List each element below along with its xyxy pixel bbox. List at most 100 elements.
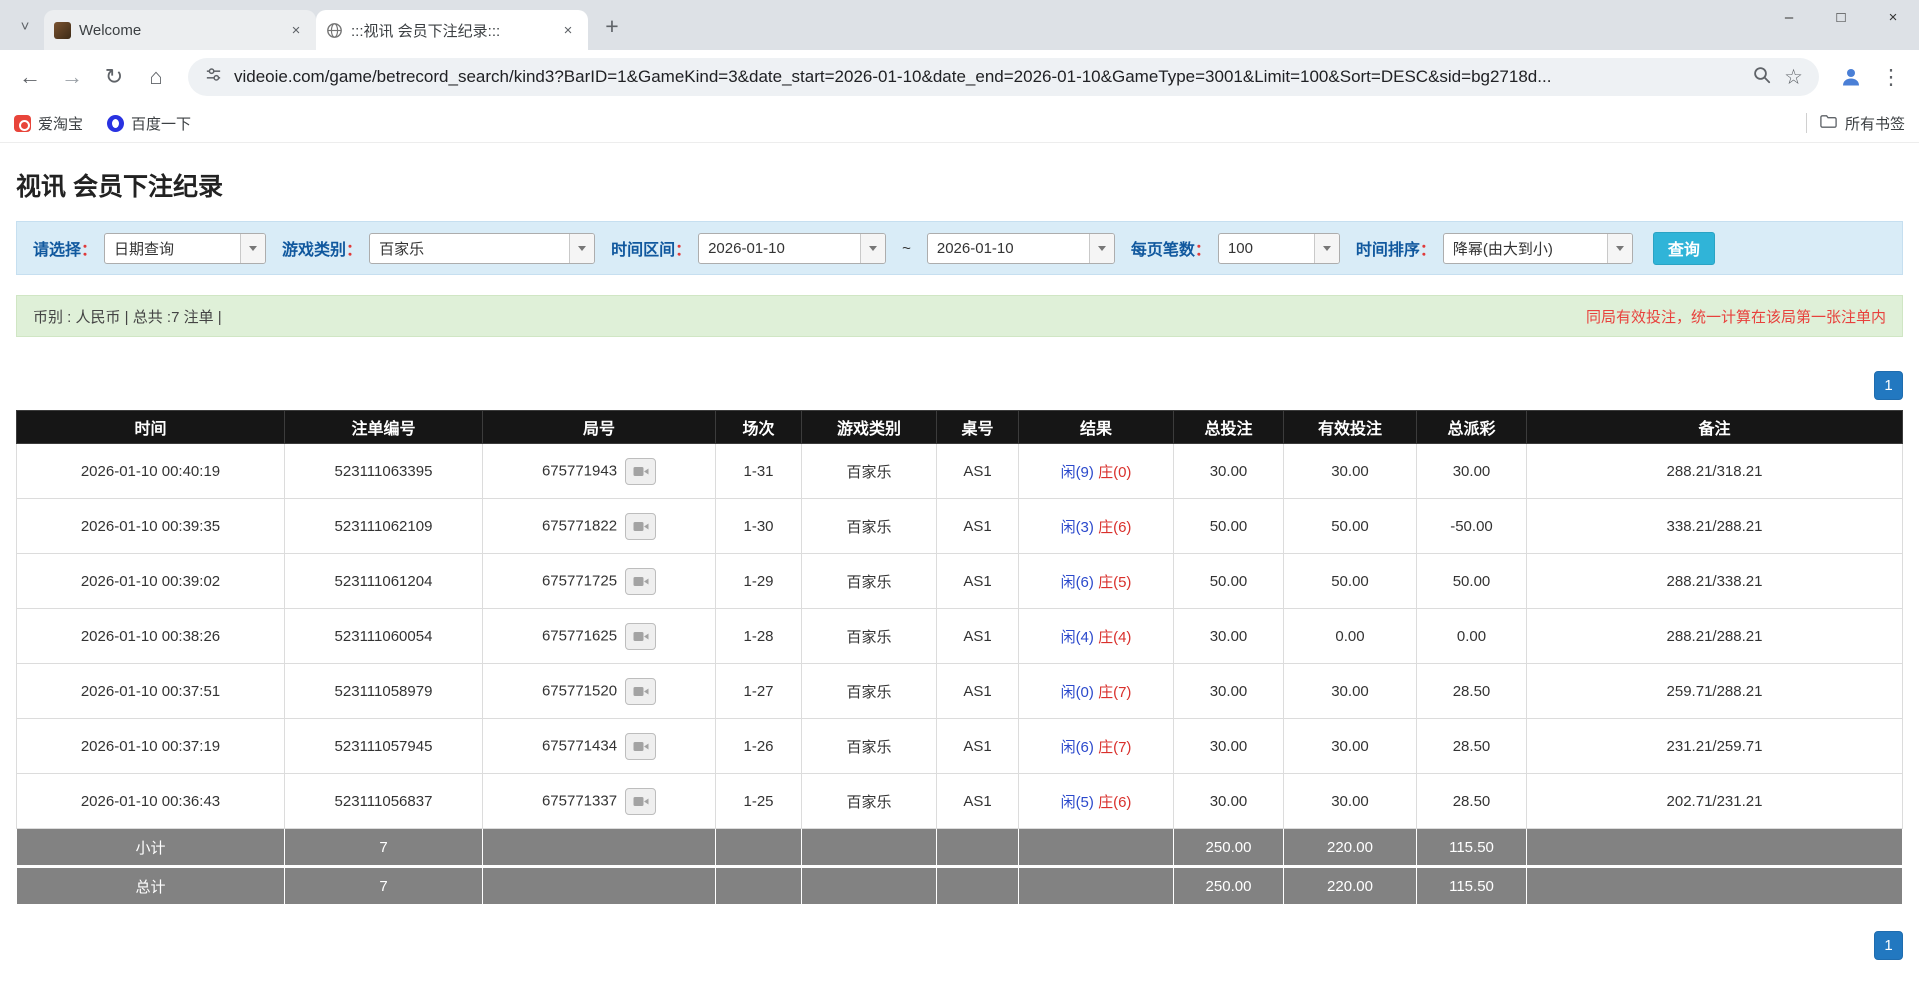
chevron-down-icon[interactable] [860, 234, 885, 263]
cell-total-bet[interactable]: 30.00 [1174, 444, 1284, 499]
empty-cell [802, 867, 937, 905]
maximize-button[interactable]: □ [1815, 0, 1867, 34]
cell-time: 2026-01-10 00:37:51 [17, 664, 285, 719]
new-tab-button[interactable]: + [596, 10, 628, 42]
cell-result: 闲(0) 庄(7) [1019, 664, 1174, 719]
cell-valid-bet: 0.00 [1284, 609, 1417, 664]
cell-total-bet[interactable]: 30.00 [1174, 609, 1284, 664]
profile-avatar[interactable] [1831, 57, 1871, 97]
video-replay-button[interactable] [625, 678, 656, 705]
cell-result: 闲(9) 庄(0) [1019, 444, 1174, 499]
bookmarks-right: 所有书签 [1806, 112, 1905, 135]
table-row: 2026-01-10 00:38:26 523111060054 6757716… [17, 609, 1903, 664]
chevron-down-icon[interactable] [569, 234, 594, 263]
page-1-button[interactable]: 1 [1874, 371, 1903, 400]
chevron-down-icon[interactable] [1607, 234, 1632, 263]
sort-select[interactable]: 降幂(由大到小) [1443, 233, 1633, 264]
cell-total-bet[interactable]: 50.00 [1174, 499, 1284, 554]
tab-close-icon[interactable]: × [286, 20, 306, 40]
tab-close-icon[interactable]: × [558, 20, 578, 40]
cell-result: 闲(6) 庄(7) [1019, 719, 1174, 774]
result-banker: 庄(7) [1098, 684, 1131, 701]
zoom-icon[interactable] [1752, 65, 1772, 90]
video-replay-button[interactable] [625, 458, 656, 485]
cell-payout: 28.50 [1417, 774, 1527, 829]
query-type-select[interactable]: 日期查询 [104, 233, 266, 264]
cell-result: 闲(6) 庄(5) [1019, 554, 1174, 609]
cell-round: 675771943 [483, 444, 716, 499]
omnibox-actions: ☆ [1752, 65, 1803, 90]
bookmark-aitaobao[interactable]: 爱淘宝 [14, 113, 83, 134]
tab-bet-records[interactable]: :::视讯 会员下注纪录::: × [316, 10, 588, 50]
browser-menu-icon[interactable]: ⋮ [1873, 59, 1909, 95]
home-button[interactable]: ⌂ [136, 57, 176, 97]
result-banker: 庄(6) [1098, 519, 1131, 536]
page-content: 视讯 会员下注纪录 请选择： 日期查询 游戏类别： 百家乐 时间区间： 2026… [0, 143, 1919, 960]
cell-total-bet[interactable]: 30.00 [1174, 664, 1284, 719]
chevron-down-icon[interactable] [240, 234, 265, 263]
result-banker: 庄(4) [1098, 629, 1131, 646]
cell-time: 2026-01-10 00:39:35 [17, 499, 285, 554]
cell-round: 675771434 [483, 719, 716, 774]
cell-game: 百家乐 [802, 664, 937, 719]
site-info-icon[interactable] [204, 65, 223, 89]
minimize-button[interactable]: – [1763, 0, 1815, 34]
bookmark-star-icon[interactable]: ☆ [1784, 65, 1803, 90]
video-replay-button[interactable] [625, 788, 656, 815]
close-window-button[interactable]: × [1867, 0, 1919, 34]
cell-result: 闲(4) 庄(4) [1019, 609, 1174, 664]
date-start-select[interactable]: 2026-01-10 [698, 233, 886, 264]
cell-bet-id: 523111058979 [285, 664, 483, 719]
video-replay-button[interactable] [625, 513, 656, 540]
cell-game: 百家乐 [802, 609, 937, 664]
cell-total-bet[interactable]: 30.00 [1174, 719, 1284, 774]
back-button[interactable]: ← [10, 57, 50, 97]
round-number: 675771520 [542, 682, 617, 699]
cell-valid-bet: 30.00 [1284, 664, 1417, 719]
cell-time: 2026-01-10 00:39:02 [17, 554, 285, 609]
search-button[interactable]: 查询 [1653, 232, 1715, 265]
url-text[interactable]: videoie.com/game/betrecord_search/kind3?… [234, 67, 1741, 87]
empty-cell [1527, 867, 1903, 905]
cell-total-bet[interactable]: 50.00 [1174, 554, 1284, 609]
video-replay-button[interactable] [625, 568, 656, 595]
total-valid-bet: 220.00 [1284, 867, 1417, 905]
per-page-select[interactable]: 100 [1218, 233, 1340, 264]
page-1-button[interactable]: 1 [1874, 931, 1903, 960]
col-header-game-kind: 游戏类别 [802, 411, 937, 444]
empty-cell [802, 829, 937, 867]
reload-button[interactable]: ↻ [94, 57, 134, 97]
round-number: 675771625 [542, 627, 617, 644]
window-controls: – □ × [1763, 0, 1919, 34]
forward-button[interactable]: → [52, 57, 92, 97]
table-row: 2026-01-10 00:39:35 523111062109 6757718… [17, 499, 1903, 554]
cell-round: 675771822 [483, 499, 716, 554]
round-number: 675771337 [542, 792, 617, 809]
cell-valid-bet: 30.00 [1284, 774, 1417, 829]
bookmark-baidu[interactable]: 百度一下 [107, 113, 191, 134]
video-replay-button[interactable] [625, 733, 656, 760]
all-bookmarks-button[interactable]: 所有书签 [1819, 112, 1905, 135]
chevron-down-icon[interactable] [1314, 234, 1339, 263]
chevron-down-icon[interactable] [1089, 234, 1114, 263]
folder-icon [1819, 112, 1838, 135]
filter-per-page: 每页笔数： 100 [1131, 233, 1340, 264]
cell-valid-bet: 30.00 [1284, 719, 1417, 774]
empty-cell [483, 867, 716, 905]
summary-bar: 币别 : 人民币 | 总共 :7 注单 | 同局有效投注，统一计算在该局第一张注… [16, 295, 1903, 337]
result-player: 闲(6) [1061, 739, 1094, 756]
filter-sort: 时间排序： 降幂(由大到小) [1356, 233, 1633, 264]
cell-note: 338.21/288.21 [1527, 499, 1903, 554]
cell-total-bet[interactable]: 30.00 [1174, 774, 1284, 829]
tab-search-button[interactable]: ˅ [10, 11, 40, 41]
tab-welcome[interactable]: Welcome × [44, 10, 316, 50]
game-kind-select[interactable]: 百家乐 [369, 233, 595, 264]
date-end-select[interactable]: 2026-01-10 [927, 233, 1115, 264]
video-replay-button[interactable] [625, 623, 656, 650]
cell-note: 288.21/338.21 [1527, 554, 1903, 609]
result-banker: 庄(7) [1098, 739, 1131, 756]
divider [1806, 113, 1807, 133]
sort-label: 时间排序： [1356, 236, 1436, 260]
cell-bet-id: 523111060054 [285, 609, 483, 664]
address-bar[interactable]: videoie.com/game/betrecord_search/kind3?… [188, 58, 1819, 96]
